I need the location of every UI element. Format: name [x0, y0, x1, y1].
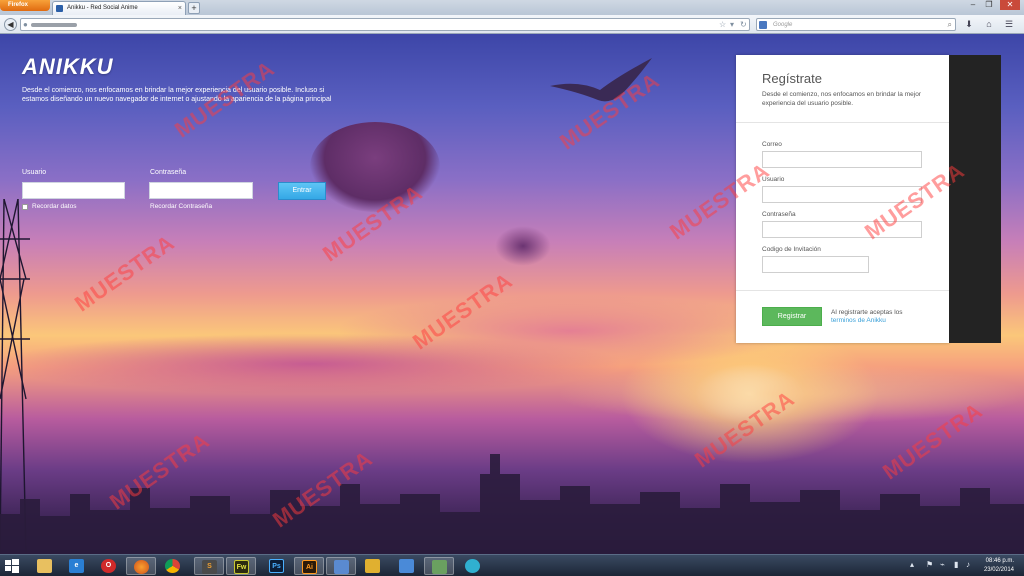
taskbar-app-1[interactable] — [326, 557, 356, 575]
remember-checkbox[interactable] — [22, 204, 28, 210]
restore-icon[interactable]: ❐ — [982, 0, 996, 10]
globe-icon: ● — [23, 20, 28, 29]
taskbar-firefox[interactable] — [126, 557, 156, 575]
divider — [736, 122, 949, 123]
folder-icon — [37, 559, 52, 573]
taskbar-illustrator[interactable]: Ai — [294, 557, 324, 575]
illustrator-icon: Ai — [302, 560, 317, 574]
terms-text: Al registrarte aceptas los terminos de A… — [831, 309, 941, 325]
terms-link[interactable]: terminos de Anikku — [831, 317, 886, 324]
minimize-icon[interactable]: – — [966, 0, 980, 10]
site-logo[interactable]: ANIKKU — [22, 54, 114, 80]
tab-close-icon[interactable]: × — [178, 2, 182, 15]
search-engine-icon[interactable] — [759, 21, 767, 29]
register-side-panel — [949, 55, 1001, 343]
opera-icon: O — [101, 559, 116, 573]
search-icon[interactable]: ⌕ — [948, 19, 952, 31]
url-bar[interactable]: ● ☆ ▾ ↻ — [20, 18, 750, 31]
signal-icon[interactable]: ▮ — [954, 560, 958, 569]
login-password-label: Contraseña — [150, 169, 187, 176]
chrome-icon — [165, 559, 180, 573]
tab-title: Anikku - Red Social Anime — [67, 5, 138, 11]
home-icon[interactable]: ⌂ — [982, 18, 996, 31]
login-password-input[interactable] — [149, 182, 253, 199]
menu-icon[interactable]: ☰ — [1002, 18, 1016, 31]
network-icon — [334, 560, 349, 574]
taskbar-explorer[interactable] — [30, 557, 60, 575]
reload-icon[interactable]: ↻ — [740, 19, 747, 31]
network-tray-icon[interactable]: ⌁ — [940, 560, 945, 569]
forgot-password-link[interactable]: Recordar Contraseña — [150, 203, 212, 210]
register-invite-input[interactable] — [762, 256, 869, 273]
flag-icon[interactable]: ⚑ — [926, 560, 933, 569]
connection-icon — [432, 560, 447, 574]
search-placeholder: Google — [773, 22, 793, 28]
cloud — [495, 226, 551, 266]
divider — [736, 290, 949, 291]
clock-date[interactable]: 23/02/2014 — [984, 567, 1014, 573]
taskbar-app-3[interactable] — [392, 557, 422, 575]
package-icon — [365, 559, 380, 573]
tab-anikku[interactable]: Anikku - Red Social Anime × — [52, 1, 186, 15]
register-title: Regístrate — [762, 71, 822, 86]
search-input[interactable]: Google ⌕ — [756, 18, 956, 31]
terms-prefix: Al registrarte aceptas los — [831, 309, 903, 316]
taskbar-fireworks[interactable]: Fw — [226, 557, 256, 575]
taskbar-opera[interactable]: O — [94, 557, 124, 575]
remember-label: Recordar datos — [32, 203, 77, 210]
volume-icon[interactable]: ♪ — [966, 560, 970, 569]
firefox-menu-button[interactable]: Firefox — [0, 0, 50, 11]
close-window-icon[interactable]: ✕ — [1000, 0, 1020, 10]
dropdown-icon[interactable]: ▾ — [730, 19, 734, 31]
taskbar: e O S Fw Ps Ai ▴ ⚑ ⌁ ▮ ♪ 08:46 p.m. 23/0… — [0, 554, 1024, 576]
taskbar-app-2[interactable] — [358, 557, 388, 575]
photoshop-icon: Ps — [269, 559, 284, 573]
taskbar-app-5[interactable] — [458, 557, 488, 575]
internet-explorer-icon: e — [69, 559, 84, 573]
login-button[interactable]: Entrar — [278, 182, 326, 200]
star-icon[interactable]: ☆ — [719, 19, 726, 31]
fireworks-icon: Fw — [234, 560, 249, 574]
browser-nav-bar: ◀ ● ☆ ▾ ↻ Google ⌕ ⬇ ⌂ ☰ — [0, 15, 1024, 34]
back-arrow-icon[interactable]: ◀ — [4, 18, 17, 31]
watermark: MUESTRA — [70, 229, 180, 317]
chevron-up-icon[interactable]: ▴ — [910, 560, 914, 569]
login-username-input[interactable] — [22, 182, 125, 199]
firefox-icon — [134, 560, 149, 574]
app-icon — [465, 559, 480, 573]
taskbar-photoshop[interactable]: Ps — [262, 557, 292, 575]
taskbar-sublime[interactable]: S — [194, 557, 224, 575]
download-icon[interactable]: ⬇ — [962, 18, 976, 31]
register-invite-label: Codigo de Invitación — [762, 246, 821, 253]
sublime-icon: S — [202, 560, 217, 574]
clock-time[interactable]: 08:46 p.m. — [986, 558, 1014, 564]
remote-desktop-icon — [399, 559, 414, 573]
favicon-icon — [56, 5, 63, 12]
taskbar-internet-explorer[interactable]: e — [62, 557, 92, 575]
new-tab-button[interactable]: + — [188, 2, 200, 14]
taskbar-app-4[interactable] — [424, 557, 454, 575]
taskbar-chrome[interactable] — [158, 557, 188, 575]
login-username-label: Usuario — [22, 169, 47, 176]
site-tagline: Desde el comienzo, nos enfocamos en brin… — [22, 87, 332, 103]
register-email-label: Correo — [762, 141, 782, 148]
cloud — [340, 296, 800, 366]
register-email-input[interactable] — [762, 151, 922, 168]
register-button[interactable]: Registrar — [762, 307, 822, 326]
page-background: ANIKKU Desde el comienzo, nos enfocamos … — [0, 34, 1024, 554]
url-text-redacted — [31, 23, 77, 27]
browser-tab-bar: Firefox Anikku - Red Social Anime × + – … — [0, 0, 1024, 15]
windows-start-icon[interactable] — [4, 558, 20, 574]
register-subtitle: Desde el comienzo, nos enfocamos en brin… — [762, 91, 921, 107]
register-password-label: Contraseña — [762, 211, 796, 218]
